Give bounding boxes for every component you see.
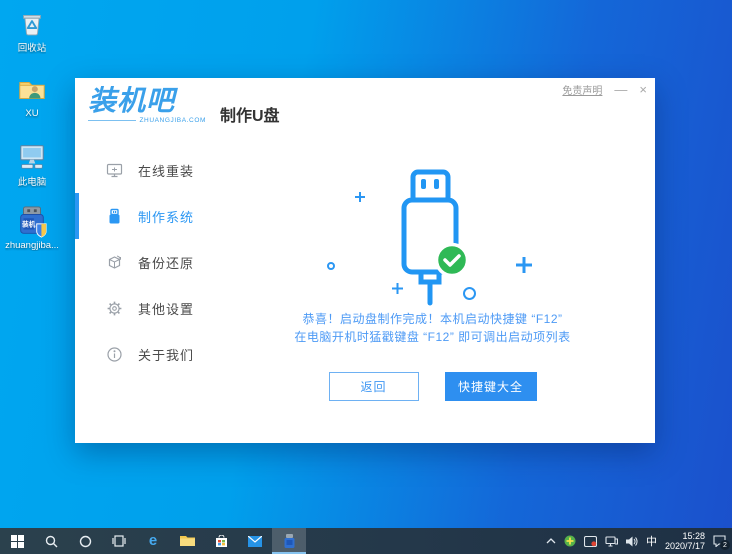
taskbar-pinned-apps: e (0, 528, 306, 554)
recycle-bin-icon (16, 6, 48, 38)
desktop-icon-this-pc[interactable]: 此电脑 (2, 140, 62, 188)
about-us-icon (106, 346, 123, 363)
desktop-icon-label: 此电脑 (17, 177, 47, 188)
hotkey-list-button[interactable]: 快捷键大全 (444, 372, 537, 401)
sidebar-item-other-settings[interactable]: 其他设置 (75, 285, 210, 331)
clock-date: 2020/7/17 (664, 541, 705, 551)
file-explorer-icon (179, 536, 195, 546)
desktop-icon-label: zhuangjiba... (5, 240, 59, 251)
desktop-icon-zhuangjiba[interactable]: 装机 zhuangjiba... (2, 206, 62, 251)
system-tray: 中 15:28 2020/7/17 2 (546, 528, 732, 554)
taskbar-zhuangjiba-app[interactable] (272, 528, 306, 554)
mail-icon (248, 535, 262, 547)
ime-indicator[interactable]: 中 (646, 533, 657, 549)
sidebar-item-label: 关于我们 (138, 347, 195, 363)
desktop: 回收站 XU 此电脑 装机 zhuangjiba... 免责声明 — × 装机吧… (0, 0, 732, 554)
action-center-button[interactable]: 2 (713, 535, 730, 550)
network-icon[interactable] (605, 535, 618, 547)
sidebar-item-about-us[interactable]: 关于我们 (75, 331, 210, 377)
make-system-icon (106, 208, 123, 225)
desktop-icon-recycle-bin[interactable]: 回收站 (2, 6, 62, 54)
notification-badge: 2 (720, 540, 730, 550)
decor-plus-small-1 (355, 192, 365, 202)
success-message-line1: 恭喜！启动盘制作完成！本机启动快捷键 “F12” (302, 312, 563, 326)
sidebar-item-label: 备份还原 (138, 255, 195, 271)
store-icon (215, 534, 227, 547)
this-pc-icon (16, 140, 48, 172)
sidebar-item-backup-restore[interactable]: 备份还原 (75, 239, 210, 285)
decor-plus-small-2 (392, 283, 403, 294)
logo-underline (88, 120, 137, 121)
cortana-button[interactable] (68, 528, 102, 554)
clock[interactable]: 15:28 2020/7/17 (665, 531, 705, 551)
backup-restore-icon (106, 254, 123, 271)
close-button[interactable]: × (639, 83, 647, 96)
sidebar-item-label: 其他设置 (138, 301, 195, 317)
minimize-button[interactable]: — (614, 83, 627, 96)
decor-ring (463, 287, 476, 300)
hidden-icons-chevron[interactable] (546, 538, 556, 544)
clock-time: 15:28 (682, 531, 705, 541)
sidebar-item-label: 在线重装 (138, 163, 195, 179)
disclaimer-link[interactable]: 免责声明 (562, 82, 602, 97)
file-explorer-button[interactable] (170, 528, 204, 554)
search-icon (45, 535, 57, 547)
success-message: 恭喜！启动盘制作完成！本机启动快捷键 “F12” 在电脑开机时猛戳键盘 “F12… (210, 310, 655, 346)
decor-plus-large (516, 257, 532, 273)
mail-button[interactable] (238, 528, 272, 554)
success-message-line2: 在电脑开机时猛戳键盘 “F12” 即可调出启动项列表 (294, 330, 571, 344)
decor-dot (327, 262, 335, 270)
start-icon (10, 534, 24, 548)
sidebar-item-label: 制作系统 (138, 209, 195, 225)
search-button[interactable] (34, 528, 68, 554)
edge-button[interactable]: e (136, 528, 170, 554)
page-title: 制作U盘 (220, 108, 280, 125)
app-logo-subtext: ZHUANGJIBA.COM (139, 117, 206, 124)
sidebar-item-make-system[interactable]: 制作系统 (75, 193, 210, 239)
svg-text:装机: 装机 (21, 220, 36, 229)
back-button[interactable]: 返回 (328, 372, 419, 401)
desktop-icon-label: 回收站 (17, 43, 47, 54)
start-button[interactable] (0, 528, 34, 554)
edge-icon: e (148, 532, 158, 549)
sidebar-item-online-reinstall[interactable]: 在线重装 (75, 147, 210, 193)
cortana-icon (79, 535, 91, 547)
volume-icon[interactable] (625, 536, 638, 547)
zhuangjiba-icon (284, 533, 294, 548)
button-row: 返回 快捷键大全 (210, 372, 655, 401)
zhuangjiba-usb-icon: 装机 (16, 206, 48, 238)
taskbar: e 中 15:28 2020/7/17 2 (0, 528, 732, 554)
online-reinstall-icon (106, 162, 123, 179)
desktop-icon-user-folder[interactable]: XU (2, 74, 62, 119)
task-view-button[interactable] (102, 528, 136, 554)
screen-capture-icon[interactable] (583, 535, 597, 547)
user-folder-icon (16, 74, 48, 106)
zhuangjiba-window: 免责声明 — × 装机吧 ZHUANGJIBA.COM 制作U盘 在线重装 制作… (75, 78, 655, 443)
other-settings-icon (106, 300, 123, 317)
store-button[interactable] (204, 528, 238, 554)
antivirus-icon[interactable] (564, 535, 576, 547)
app-logo-text: 装机吧 (88, 85, 176, 116)
desktop-icon-label: XU (25, 108, 39, 119)
app-logo: 装机吧 ZHUANGJIBA.COM (88, 86, 206, 124)
sidebar: 在线重装 制作系统 备份还原 其他设置 关于我们 (75, 147, 210, 377)
task-view-icon (112, 535, 126, 547)
window-titlebar: 免责声明 — × (562, 82, 647, 97)
